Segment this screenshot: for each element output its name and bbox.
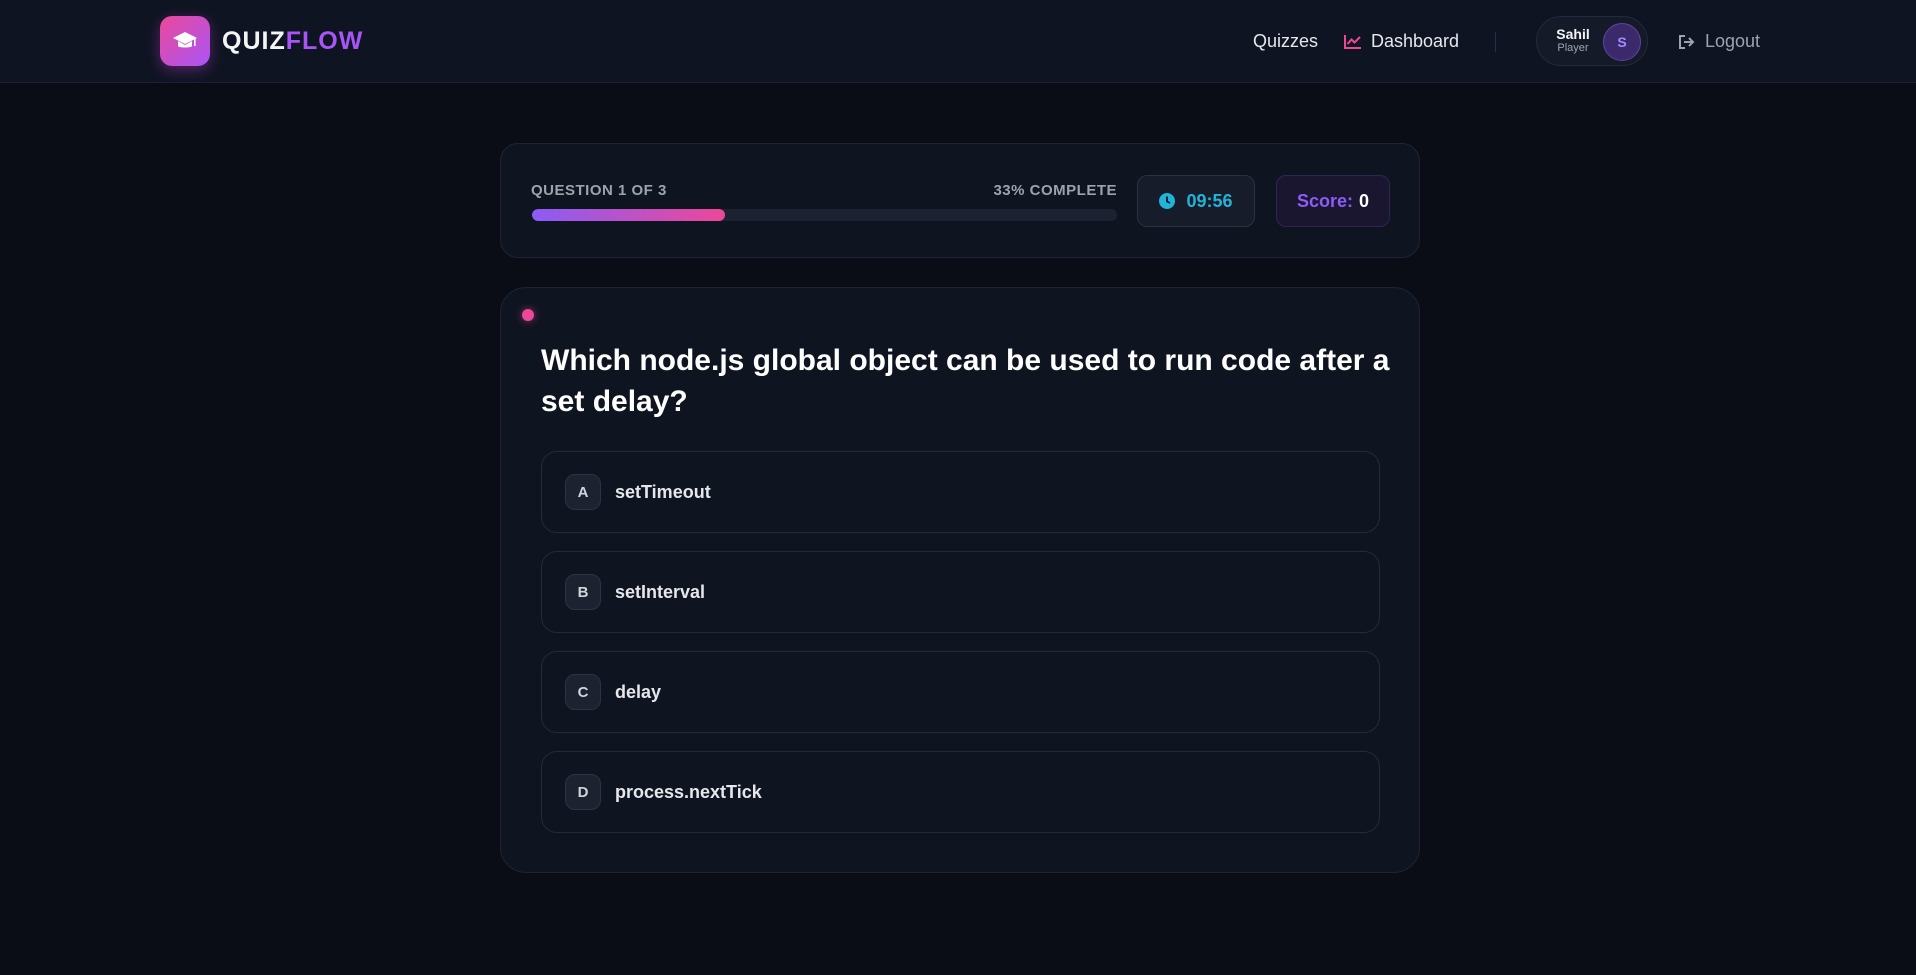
question-card: Which node.js global object can be used … [500,287,1420,873]
nav-link-dashboard[interactable]: Dashboard [1344,0,1459,83]
brand-name: QUIZFLOW [222,27,363,56]
brand-name-part2: FLOW [285,26,364,55]
progress-bar [532,209,1117,221]
option-label: setTimeout [615,481,711,502]
countdown-timer: 09:56 [1137,175,1255,227]
logout-label: Logout [1705,31,1761,51]
nav-link-quizzes[interactable]: Quizzes [1253,0,1318,83]
option-label: delay [615,681,662,702]
user-name: Sahil [1556,26,1590,42]
brand-logo-link[interactable]: QUIZFLOW [160,16,363,66]
score-value: 0 [1359,190,1370,211]
clock-icon [1159,193,1176,209]
option-label: process.nextTick [615,781,762,802]
option-letter-badge: B [565,574,601,610]
option-letter-badge: A [565,474,601,510]
graduation-cap-icon [160,16,210,66]
progress-percent-label: 33% COMPLETE [993,182,1117,199]
avatar: S [1603,23,1641,61]
top-navbar: QUIZFLOW Quizzes Dashboard Sahil Player … [0,0,1916,83]
nav-divider [1495,32,1496,52]
answer-option-a[interactable]: A setTimeout [541,451,1380,533]
option-label: setInterval [615,581,706,602]
answer-option-b[interactable]: B setInterval [541,551,1380,633]
line-chart-icon [1344,34,1362,49]
question-text: Which node.js global object can be used … [541,344,1390,418]
option-letter-badge: D [565,774,601,810]
timer-value: 09:56 [1186,190,1233,211]
quiz-progress-card: QUESTION 1 OF 3 33% COMPLETE 09:56 Score… [500,143,1420,258]
answer-option-d[interactable]: D process.nextTick [541,751,1380,833]
nav-dashboard-label: Dashboard [1371,31,1460,51]
option-letter-badge: C [565,674,601,710]
sign-out-icon [1678,34,1696,50]
user-role: Player [1557,42,1589,54]
score-badge: Score: 0 [1276,175,1390,227]
progress-bar-fill [532,209,726,221]
score-label: Score: [1296,190,1353,211]
brand-name-part1: QUIZ [222,26,286,55]
user-info: Sahil Player [1553,27,1593,55]
status-dot [522,309,534,321]
answer-option-c[interactable]: C delay [541,651,1380,733]
question-counter: QUESTION 1 OF 3 [531,182,667,199]
logout-button[interactable]: Logout [1678,0,1760,83]
answer-options: A setTimeout B setInterval C delay D pro… [541,451,1380,851]
user-profile-pill[interactable]: Sahil Player S [1536,16,1648,66]
